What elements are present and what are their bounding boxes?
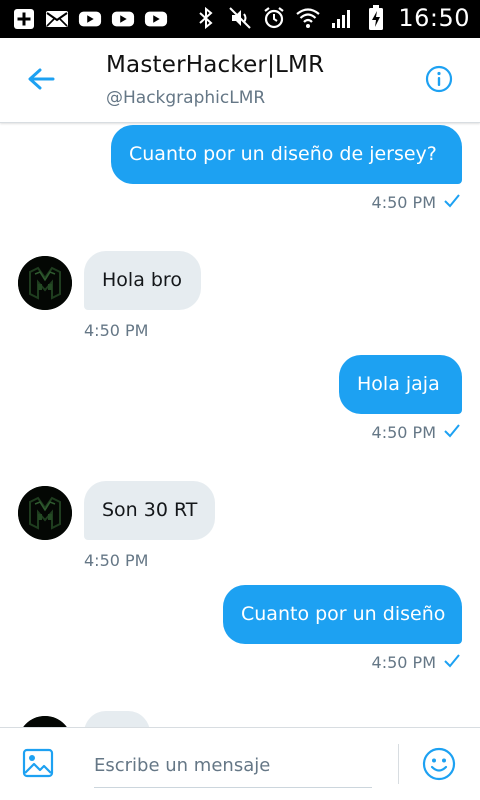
message-bubble-incoming[interactable]: [84, 711, 150, 727]
message-bubble-outgoing[interactable]: Hola jaja: [339, 355, 462, 414]
message-timestamp: 4:50 PM: [84, 321, 148, 340]
emoji-button[interactable]: [420, 747, 458, 785]
signal-icon: [330, 6, 354, 30]
conversation-header: MasterHacker|LMR @HackgraphicLMR: [0, 38, 480, 123]
avatar[interactable]: [18, 716, 72, 727]
bluetooth-icon: [194, 6, 218, 30]
message-time: 4:50 PM: [84, 321, 149, 340]
message-input[interactable]: [94, 744, 372, 788]
mute-icon: [228, 6, 252, 30]
emoji-icon: [422, 747, 456, 785]
status-clock: 16:50: [398, 4, 470, 32]
battery-charging-icon: [364, 5, 388, 30]
contact-logo-icon: [18, 486, 72, 540]
message-bubble-outgoing[interactable]: Cuanto por un diseño: [223, 585, 462, 644]
message-text: Hola bro: [102, 269, 182, 291]
message-text: Hola jaja: [357, 373, 440, 395]
message-timestamp: 4:50 PM: [372, 653, 460, 672]
info-button[interactable]: [424, 65, 454, 97]
message-time: 4:50 PM: [84, 551, 149, 570]
message-bubble-incoming[interactable]: Son 30 RT: [84, 481, 215, 540]
contact-handle: @HackgraphicLMR: [106, 88, 266, 108]
avatar[interactable]: [18, 256, 72, 310]
info-icon: [425, 65, 453, 97]
alarm-icon: [262, 6, 286, 30]
youtube-icon: [144, 7, 168, 31]
composer-bar: [0, 727, 480, 800]
message-time: 4:50 PM: [371, 193, 436, 212]
message-text: Son 30 RT: [102, 499, 198, 521]
contact-logo-icon: [23, 716, 67, 727]
message-time: 4:50 PM: [371, 653, 436, 672]
mail-icon: [45, 7, 69, 31]
status-bar: 16:50: [0, 0, 480, 38]
composer-divider: [398, 744, 399, 784]
message-bubble-incoming[interactable]: Hola bro: [84, 251, 201, 310]
wifi-icon: [296, 6, 321, 30]
back-button[interactable]: [24, 64, 58, 98]
youtube-icon: [78, 7, 102, 31]
message-timestamp: 4:50 PM: [84, 551, 148, 570]
message-timestamp: 4:50 PM: [372, 423, 460, 442]
message-time: 4:50 PM: [371, 423, 436, 442]
message-timestamp: 4:50 PM: [372, 193, 460, 212]
read-check-icon: [444, 653, 460, 672]
youtube-icon: [111, 7, 135, 31]
add-media-button[interactable]: [20, 747, 56, 783]
contact-logo-icon: [18, 256, 72, 310]
message-text: Cuanto por un diseño: [241, 603, 446, 625]
message-list[interactable]: Cuanto por un diseño de jersey? 4:50 PM …: [0, 124, 480, 727]
contact-name: MasterHacker|LMR: [106, 52, 325, 78]
read-check-icon: [444, 193, 460, 212]
avatar[interactable]: [18, 486, 72, 540]
back-arrow-icon: [27, 67, 55, 95]
read-check-icon: [444, 423, 460, 442]
add-box-icon: [12, 7, 36, 31]
message-bubble-outgoing[interactable]: Cuanto por un diseño de jersey?: [111, 125, 462, 184]
message-text: Cuanto por un diseño de jersey?: [129, 143, 437, 165]
image-icon: [22, 747, 54, 783]
